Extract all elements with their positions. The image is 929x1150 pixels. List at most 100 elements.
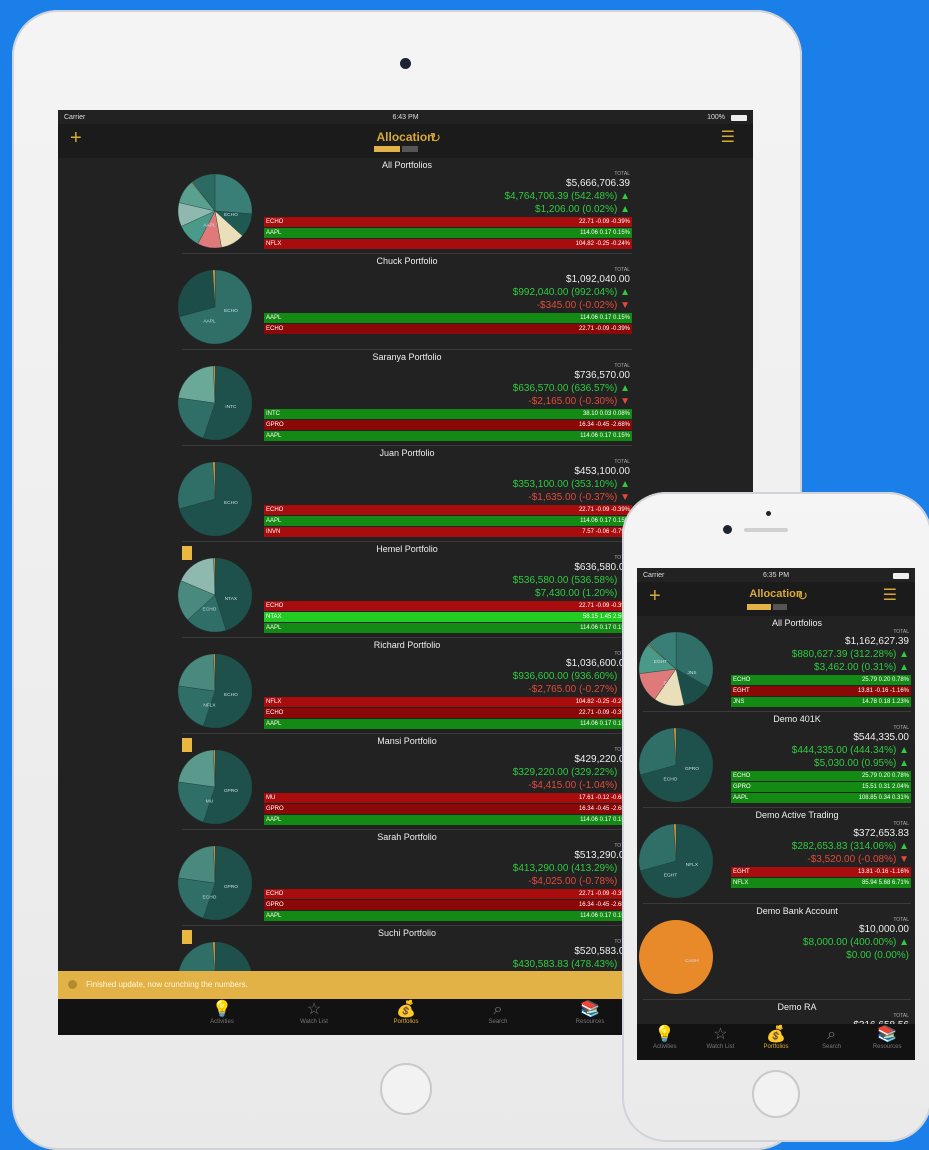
holding-row[interactable]: EGHT 13.81 -0.16 -1.16% bbox=[731, 686, 911, 696]
refresh-icon[interactable]: ↻ bbox=[797, 588, 808, 604]
pie-label: EGHT bbox=[654, 659, 667, 665]
holding-row[interactable]: GPRO 16.34 -0.45 -2.68% bbox=[264, 900, 632, 910]
allocation-pie-chart[interactable]: NFLX bbox=[178, 941, 252, 973]
allocation-pie-chart[interactable] bbox=[639, 1016, 713, 1024]
allocation-pie-chart[interactable]: NTAX ECHO bbox=[177, 557, 253, 633]
portfolio-card[interactable]: All Portfolios JNS ECHO EGHT TOTAL$1,162,627… bbox=[638, 616, 911, 712]
allocation-pie-chart[interactable]: JNS ECHO EGHT bbox=[638, 631, 714, 707]
iphone-home-button[interactable] bbox=[752, 1070, 800, 1118]
portfolio-card[interactable]: Sarah PortfolioGPROECHOTOTAL$513,290.00$… bbox=[177, 830, 632, 926]
pie-label: ECHO bbox=[203, 895, 217, 901]
tab-activities[interactable]: 💡 Activities bbox=[192, 1001, 252, 1025]
portfolio-card[interactable]: Mansi PortfolioGPROMUTOTAL$429,220.00$32… bbox=[177, 734, 632, 830]
holding-row[interactable]: ECHO 25.79 0.20 0.78% bbox=[731, 675, 911, 685]
tab-portfolios[interactable]: 💰 Portfolios bbox=[746, 1026, 806, 1050]
allocation-pie-chart[interactable]: ECHO NFLX bbox=[177, 653, 253, 729]
tab-activities[interactable]: 💡 Activities bbox=[637, 1026, 695, 1050]
day-change: -$2,165.00 (-0.30%) ▼ bbox=[528, 396, 630, 407]
holding-row[interactable]: AAPL 114.06 0.17 0.15% bbox=[264, 228, 632, 238]
allocation-pie-chart[interactable]: GPRO ECHO bbox=[177, 845, 253, 921]
holding-row[interactable]: ECHO 22.71 -0.09 -0.39% bbox=[264, 217, 632, 227]
tab-search[interactable]: ⌕ Search bbox=[802, 1026, 862, 1050]
holding-row[interactable]: AAPL 114.06 0.17 0.15% bbox=[264, 815, 632, 825]
allocation-pie-chart[interactable]: ECHO AAPL bbox=[177, 269, 253, 345]
total-label: TOTAL bbox=[893, 1013, 909, 1019]
holding-row[interactable]: GPRO 15.51 0.31 2.04% bbox=[731, 782, 911, 792]
holding-row[interactable]: JNS 14.78 0.18 1.23% bbox=[731, 697, 911, 707]
pie-wrapper: ECHO bbox=[177, 461, 253, 537]
holding-row[interactable]: NTAX 58.15 1.45 2.56% bbox=[264, 612, 632, 622]
total-gain-value: $413,290.00 (413.29%) bbox=[512, 863, 618, 874]
menu-icon[interactable]: ☰ bbox=[883, 588, 897, 604]
info-icon bbox=[68, 980, 77, 989]
day-change-value: -$3,520.00 (-0.08%) bbox=[807, 854, 897, 865]
view-toggle[interactable] bbox=[374, 146, 418, 152]
pie-wrapper: ECHO AAPL bbox=[177, 269, 253, 345]
holding-row[interactable]: AAPL 114.06 0.17 0.15% bbox=[264, 516, 632, 526]
portfolio-card[interactable]: Demo RATOTAL$316,658.56 bbox=[643, 1000, 911, 1024]
search-icon: ⌕ bbox=[827, 1026, 837, 1043]
tab-watch-list[interactable]: ☆ Watch List bbox=[690, 1026, 750, 1050]
holding-row[interactable]: ECHO 22.71 -0.09 -0.39% bbox=[264, 889, 632, 899]
holding-row[interactable]: ECHO 22.71 -0.09 -0.39% bbox=[264, 324, 632, 334]
view-toggle[interactable] bbox=[747, 604, 787, 610]
holding-row[interactable]: GPRO 16.34 -0.45 -2.68% bbox=[264, 804, 632, 814]
refresh-icon[interactable]: ↻ bbox=[430, 130, 441, 146]
tab-watch-list[interactable]: ☆ Watch List bbox=[284, 1001, 344, 1025]
portfolio-card[interactable]: Suchi PortfolioNFLXTOTAL$520,583.00$430,… bbox=[178, 926, 632, 973]
holding-row[interactable]: AAPL 114.06 0.17 0.15% bbox=[264, 313, 632, 323]
total-gain-value: $353,100.00 (353.10%) bbox=[512, 479, 618, 490]
holding-values: 38.10 0.03 0.08% bbox=[582, 411, 630, 417]
holding-row[interactable]: AAPL 114.06 0.17 0.15% bbox=[264, 431, 632, 441]
allocation-pie-chart[interactable]: GPRO ECHO bbox=[638, 727, 714, 803]
total-gain-value: $282,653.83 (314.06%) bbox=[791, 841, 897, 852]
allocation-pie-chart[interactable]: ECHO AAPL bbox=[177, 173, 253, 249]
holding-row[interactable]: NFLX 104.82 -0.25 -0.24% bbox=[264, 697, 632, 707]
tab-resources[interactable]: 📚 Resources bbox=[857, 1026, 915, 1050]
holding-row[interactable]: AAPL 114.06 0.17 0.15% bbox=[264, 719, 632, 729]
total-gain: $992,040.00 (992.04%) ▲ bbox=[513, 287, 630, 298]
portfolio-card[interactable]: Saranya Portfolio INTC TOTAL$736,570.00 $63… bbox=[177, 350, 632, 446]
portfolio-card[interactable]: Demo Bank Account CASH TOTAL$10,000.00 $8,0… bbox=[639, 904, 911, 1000]
holding-row[interactable]: INVN 7.57 -0.06 -0.79% bbox=[264, 527, 632, 537]
holding-row[interactable]: NFLX 104.82 -0.25 -0.24% bbox=[264, 239, 632, 249]
watch-list-icon: ☆ bbox=[713, 1026, 728, 1043]
menu-icon[interactable]: ☰ bbox=[721, 130, 735, 146]
day-change: $5,030.00 (0.95%) ▲ bbox=[814, 758, 909, 769]
holding-row[interactable]: ECHO 25.79 0.20 0.78% bbox=[731, 771, 911, 781]
total-label: TOTAL bbox=[614, 363, 630, 369]
holding-row[interactable]: ECHO 22.71 -0.09 -0.39% bbox=[264, 601, 632, 611]
portfolio-card[interactable]: Richard PortfolioECHONFLXTOTAL$1,036,600… bbox=[177, 638, 632, 734]
holding-row[interactable]: AAPL 114.06 0.17 0.15% bbox=[264, 911, 632, 921]
allocation-pie-chart[interactable]: NFLX EGHT bbox=[638, 823, 714, 899]
portfolio-card[interactable]: Chuck Portfolio ECHO AAPL TOTAL$1,092,040.0… bbox=[177, 254, 632, 350]
portfolio-card[interactable]: Hemel PortfolioNTAXECHOTOTAL$636,580.00$… bbox=[177, 542, 632, 638]
allocation-pie-chart[interactable]: ECHO bbox=[177, 461, 253, 537]
holding-row[interactable]: NFLX 85.94 5.68 6.71% bbox=[731, 878, 911, 888]
holding-row[interactable]: GPRO 16.34 -0.45 -2.68% bbox=[264, 420, 632, 430]
holding-row[interactable]: ECHO 22.71 -0.09 -0.39% bbox=[264, 708, 632, 718]
holding-row[interactable]: ECHO 22.71 -0.09 -0.39% bbox=[264, 505, 632, 515]
holdings-list: ECHO 22.71 -0.09 -0.39% AAPL 114.06 0.17 0.… bbox=[264, 217, 632, 250]
holding-row[interactable]: MU 17.61 -0.12 -0.68% bbox=[264, 793, 632, 803]
portfolio-card[interactable]: Demo 401K GPRO ECHO TOTAL$544,335.00 $444,33… bbox=[638, 712, 911, 808]
holding-row[interactable]: AAPL 114.06 0.17 0.15% bbox=[264, 623, 632, 633]
pie-slice bbox=[178, 365, 216, 404]
portfolio-card[interactable]: Demo Active Trading NFLX EGHT TOTAL$372,653… bbox=[638, 808, 911, 904]
total-label: TOTAL bbox=[614, 171, 630, 177]
tab-search[interactable]: ⌕ Search bbox=[468, 1001, 528, 1025]
holding-row[interactable]: AAPL 108.85 0.34 0.31% bbox=[731, 793, 911, 803]
portfolio-card[interactable]: All Portfolios ECHO AAPL TOTAL$5,666,706.39… bbox=[177, 158, 632, 254]
day-change: $1,206.00 (0.02%) ▲ bbox=[535, 204, 630, 215]
holding-row[interactable]: EGHT 13.81 -0.16 -1.16% bbox=[731, 867, 911, 877]
navigation-bar: + Allocation ↻ ☰ bbox=[58, 124, 753, 158]
holding-symbol: MU bbox=[266, 795, 276, 801]
tab-portfolios[interactable]: 💰 Portfolios bbox=[376, 1001, 436, 1025]
holding-row[interactable]: INTC 38.10 0.03 0.08% bbox=[264, 409, 632, 419]
portfolio-card[interactable]: Juan Portfolio ECHO TOTAL$453,100.00 $353,1… bbox=[177, 446, 632, 542]
allocation-pie-chart[interactable]: INTC bbox=[177, 365, 253, 441]
ipad-home-button[interactable] bbox=[380, 1063, 432, 1115]
allocation-pie-chart[interactable]: GPRO MU bbox=[177, 749, 253, 825]
allocation-pie-chart[interactable]: CASH bbox=[639, 920, 713, 994]
tab-resources[interactable]: 📚 Resources bbox=[560, 1001, 620, 1025]
